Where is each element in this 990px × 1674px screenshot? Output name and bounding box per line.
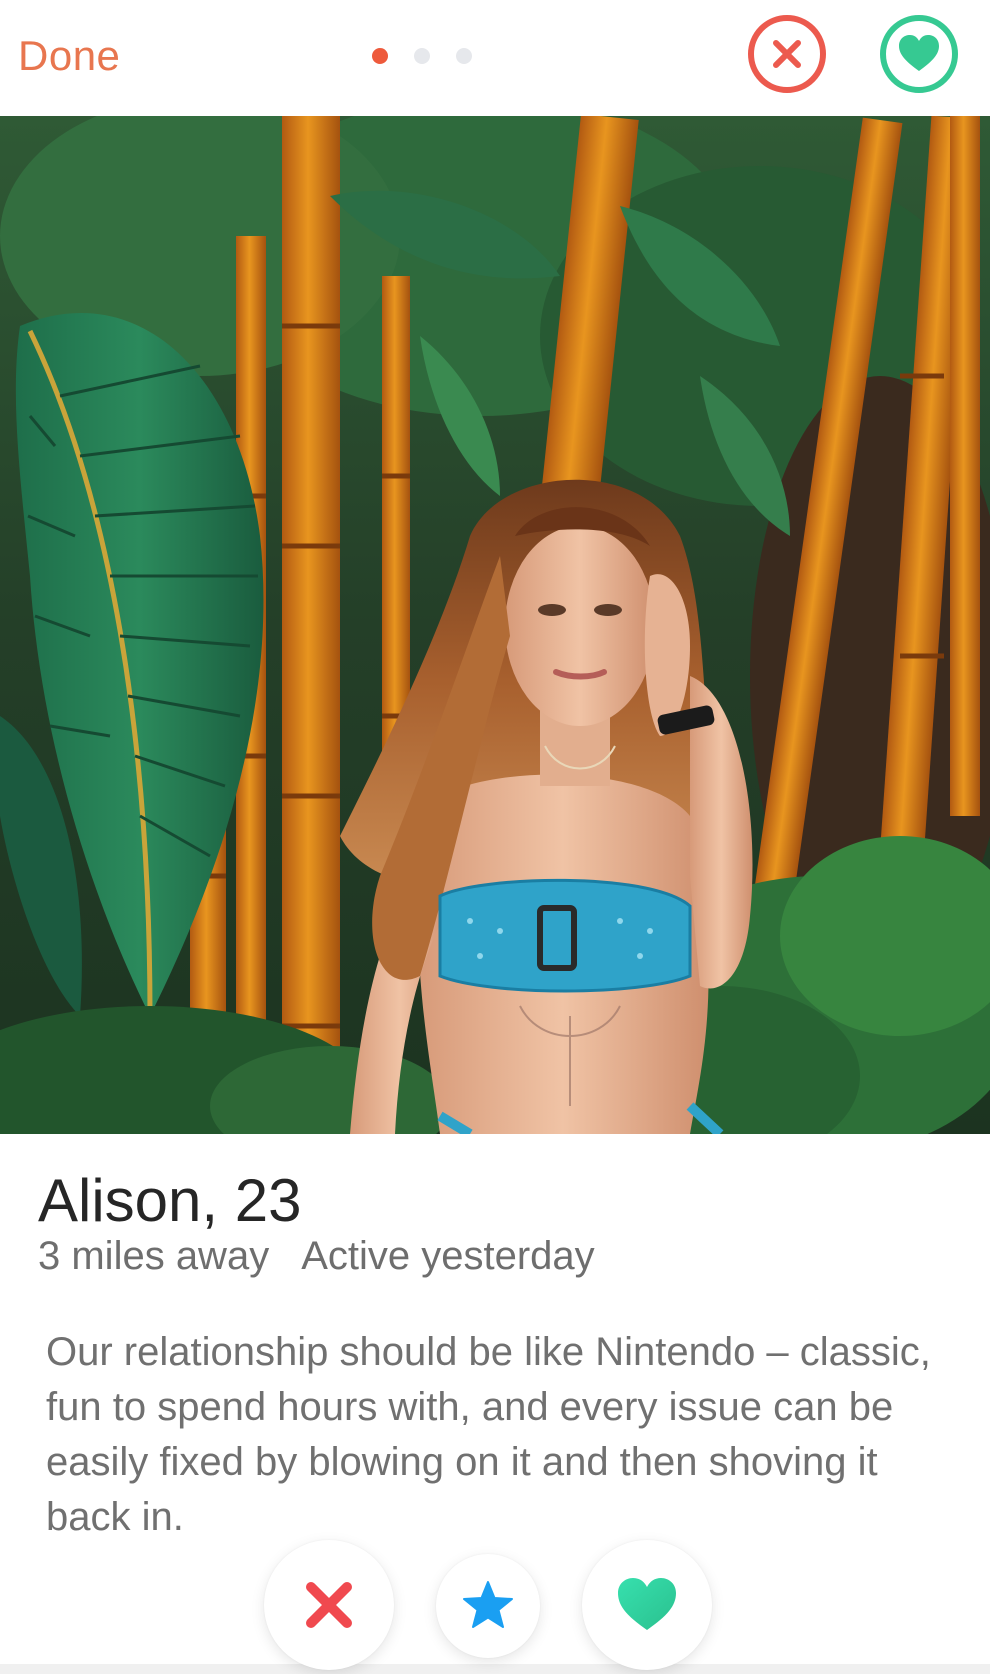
- photo-pagination: [372, 48, 472, 64]
- heart-icon: [618, 1578, 676, 1630]
- top-bar: Done: [0, 0, 990, 116]
- photo-dot-active[interactable]: [372, 48, 388, 64]
- nope-button[interactable]: [264, 1540, 394, 1670]
- photo-dot[interactable]: [414, 48, 430, 64]
- top-like-button[interactable]: [880, 15, 958, 93]
- profile-meta: 3 miles away Active yesterday: [38, 1234, 595, 1279]
- bottom-divider: [0, 1664, 990, 1674]
- profile-photo[interactable]: [0, 116, 990, 1134]
- top-nope-button[interactable]: [748, 15, 826, 93]
- profile-bio: Our relationship should be like Nintendo…: [46, 1330, 931, 1539]
- heart-icon: [899, 35, 939, 71]
- star-icon: [463, 1581, 513, 1628]
- profile-photo-image: [0, 116, 990, 1134]
- profile-screen: Done Alison, 23 3 miles away Active yest…: [0, 0, 990, 1674]
- super-like-button[interactable]: [436, 1554, 540, 1658]
- x-icon: [306, 1582, 352, 1628]
- activity-status: Active yesterday: [301, 1234, 595, 1278]
- profile-name-age: Alison, 23: [38, 1167, 302, 1234]
- done-button[interactable]: Done: [18, 32, 120, 80]
- photo-dot[interactable]: [456, 48, 472, 64]
- like-button[interactable]: [582, 1540, 712, 1670]
- distance-text: 3 miles away: [38, 1234, 270, 1278]
- close-icon: [773, 40, 801, 68]
